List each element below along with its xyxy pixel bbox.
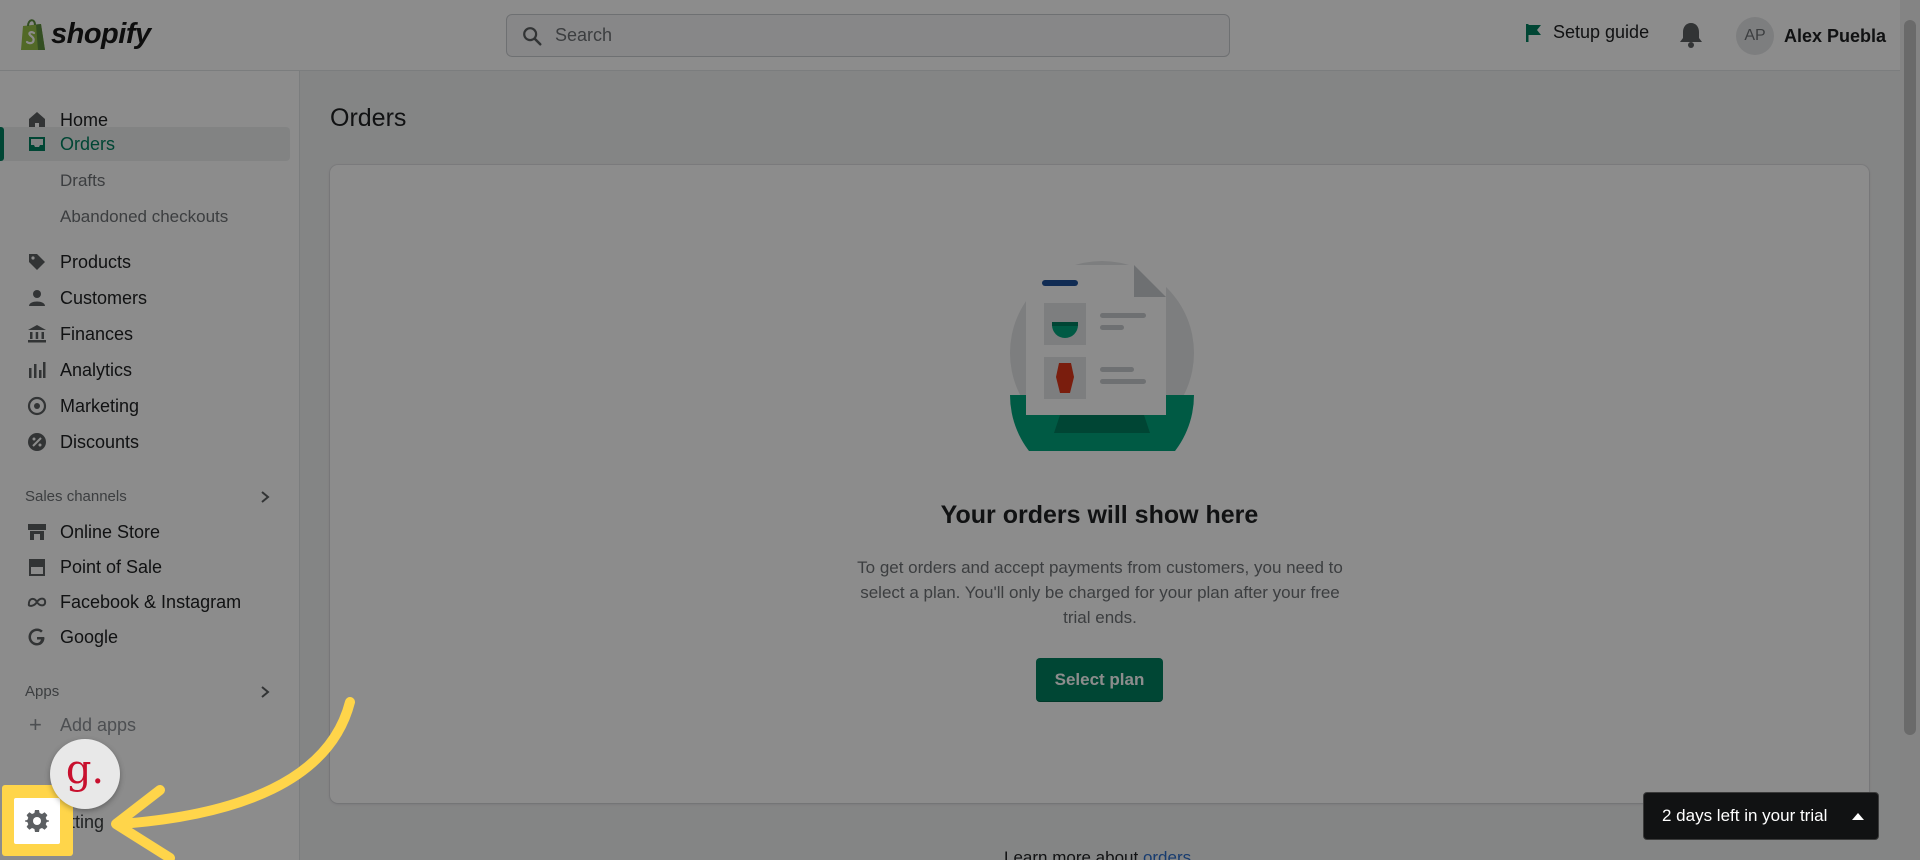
- bell-icon[interactable]: [1678, 21, 1704, 49]
- sidebar-item-products[interactable]: Products: [0, 245, 290, 279]
- bank-icon: [27, 324, 47, 344]
- sidebar-item-label: Analytics: [60, 359, 133, 380]
- sidebar-item-point-of-sale[interactable]: Point of Sale: [0, 550, 290, 584]
- sidebar-item-label: Marketing: [60, 395, 140, 416]
- gear-icon: [25, 810, 49, 832]
- store-icon: [27, 522, 47, 542]
- sidebar-item-analytics[interactable]: Analytics: [0, 353, 290, 387]
- meta-icon: [27, 592, 47, 612]
- discount-icon: [27, 432, 47, 452]
- sidebar-item-label: Facebook & Instagram: [60, 591, 242, 612]
- sidebar-item-online-store[interactable]: Online Store: [0, 515, 290, 549]
- pointer-arrow-annotation: [111, 697, 355, 860]
- select-plan-button[interactable]: Select plan: [1036, 658, 1163, 702]
- user-menu[interactable]: AP Alex Puebla: [1736, 17, 1886, 55]
- person-icon: [27, 288, 47, 308]
- apps-heading: Apps: [25, 683, 60, 700]
- top-bar: shopify Setup guide AP Alex Puebla: [0, 0, 1900, 71]
- sidebar-item-google[interactable]: Google: [0, 620, 290, 654]
- sidebar-item-label: Discounts: [60, 431, 140, 452]
- empty-state-card: Your orders will show here To get orders…: [330, 165, 1869, 803]
- empty-state-description: To get orders and accept payments from c…: [857, 558, 1343, 627]
- shopify-logo[interactable]: shopify: [19, 16, 151, 52]
- flag-icon: [1526, 23, 1541, 42]
- empty-orders-illustration: [1010, 261, 1194, 451]
- sidebar-item-customers[interactable]: Customers: [0, 281, 290, 315]
- logo-text: shopify: [51, 17, 151, 50]
- setup-guide-label: Setup guide: [1553, 22, 1650, 42]
- settings-button[interactable]: [14, 798, 60, 844]
- learn-more-link[interactable]: orders: [1143, 848, 1191, 860]
- tag-icon: [27, 252, 47, 272]
- user-name: Alex Puebla: [1784, 25, 1887, 46]
- pos-icon: [27, 557, 47, 577]
- sidebar-item-label: Online Store: [60, 521, 161, 542]
- sidebar-item-finances[interactable]: Finances: [0, 317, 290, 351]
- caret-up-icon: [1852, 813, 1864, 820]
- plus-icon: +: [29, 712, 42, 737]
- avatar-initials: AP: [1744, 27, 1766, 44]
- sidebar-item-label: Point of Sale: [60, 556, 163, 577]
- sidebar-item-orders[interactable]: Orders: [0, 127, 290, 161]
- sidebar-item-marketing[interactable]: Marketing: [0, 389, 290, 423]
- search-bar[interactable]: [506, 14, 1230, 57]
- sidebar-item-discounts[interactable]: Discounts: [0, 425, 290, 459]
- scrollbar[interactable]: [1900, 0, 1920, 860]
- sales-channels-heading: Sales channels: [25, 488, 127, 505]
- target-icon: [27, 396, 47, 416]
- sidebar-item-label: Google: [60, 626, 119, 647]
- sidebar-subitem-drafts[interactable]: Drafts: [60, 171, 105, 191]
- learn-more-prefix: Learn more about: [1004, 848, 1139, 860]
- avatar: AP: [1736, 17, 1774, 55]
- scrollbar-thumb[interactable]: [1904, 20, 1916, 735]
- sidebar-item-label: Products: [60, 251, 132, 272]
- trial-banner[interactable]: 2 days left in your trial: [1643, 792, 1879, 840]
- empty-state-title: Your orders will show here: [940, 501, 1259, 529]
- bar-chart-icon: [27, 360, 47, 380]
- google-icon: [27, 627, 47, 647]
- sidebar-item-label: Finances: [60, 323, 134, 344]
- sidebar-item-label: Customers: [60, 287, 148, 308]
- search-icon: [523, 26, 542, 46]
- sidebar-subitem-abandoned-checkouts[interactable]: Abandoned checkouts: [60, 207, 228, 227]
- page-title: Orders: [330, 104, 407, 132]
- shopify-bag-icon: [21, 19, 45, 50]
- search-input[interactable]: [555, 25, 1195, 46]
- sidebar-item-facebook-instagram[interactable]: Facebook & Instagram: [0, 585, 290, 619]
- trial-banner-label: 2 days left in your trial: [1662, 806, 1828, 825]
- orders-icon: [27, 134, 47, 154]
- chevron-right-icon[interactable]: [258, 490, 272, 504]
- setup-guide-button[interactable]: Setup guide: [1525, 22, 1649, 43]
- sidebar-item-label: Orders: [60, 133, 116, 154]
- learn-more-text: Learn more about orders: [1004, 848, 1191, 860]
